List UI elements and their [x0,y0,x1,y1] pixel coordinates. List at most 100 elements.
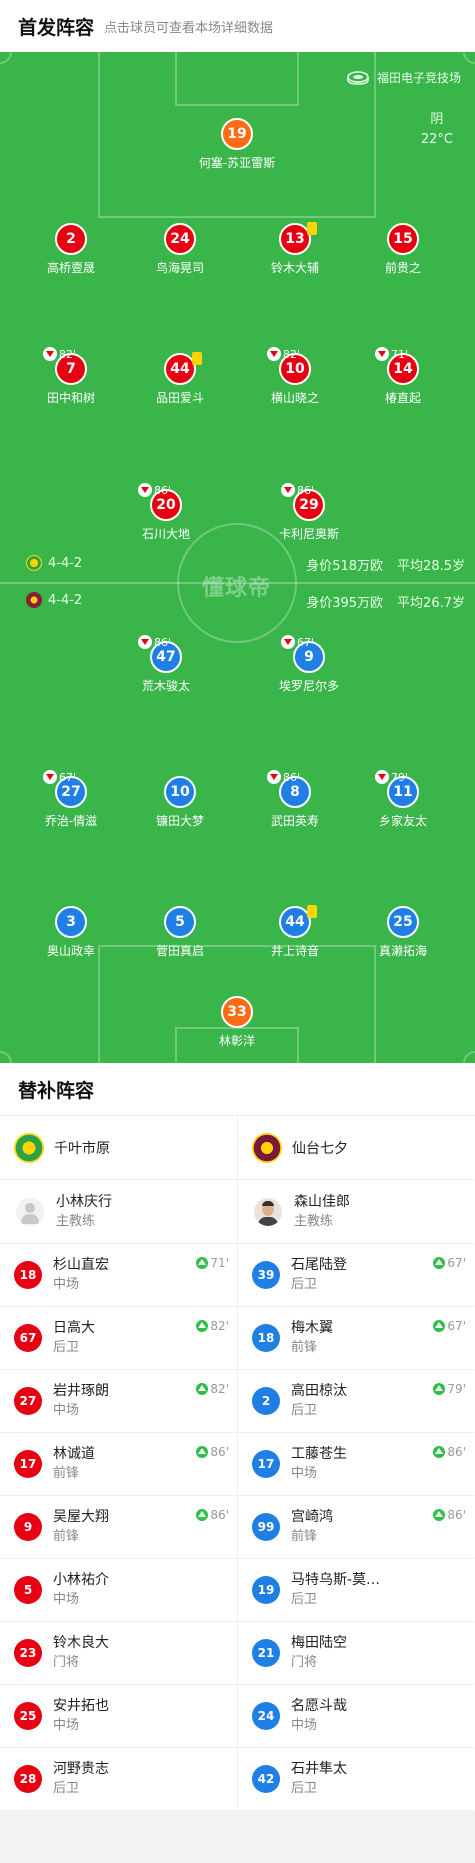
shirt-number: 19 [221,118,253,150]
home-player[interactable]: 20 86' 石川大地 [118,483,214,542]
home-bench-team[interactable]: 千叶市原 [0,1116,237,1180]
player-name: 武田英寿 [270,814,319,828]
home-player[interactable]: 19 何塞-苏亚雷斯 [189,118,285,171]
bench-player-position: 后卫 [53,1340,80,1355]
bench-player-row[interactable]: 18 梅木翼 前锋 67' [238,1307,474,1370]
bench-player-row[interactable]: 99 宫崎鸿 前锋 86' [238,1496,474,1559]
bench-player-row[interactable]: 21 梅田陆空 门将 [238,1622,474,1685]
away-coach[interactable]: 森山佳郎 主教练 [238,1180,474,1244]
shirt-number: 44 [279,905,317,938]
shirt-number: 5 [14,1576,42,1604]
home-player[interactable]: 14 71' 椿直起 [355,347,451,406]
away-coach-name: 森山佳郎 [294,1193,350,1210]
player-name: 品田爱斗 [155,391,204,405]
away-player[interactable]: 5 菅田真启 [132,906,228,959]
home-player[interactable]: 24 鸟海晃司 [132,223,228,276]
home-coach[interactable]: 小林庆行 主教练 [0,1180,237,1244]
shirt-number: 21 [252,1639,280,1667]
away-player[interactable]: 33 林彰洋 [189,996,285,1049]
bench-player-row[interactable]: 2 高田椋汰 后卫 79' [238,1370,474,1433]
yellow-card-icon [192,352,202,365]
bench-player-row[interactable]: 67 日高大 后卫 82' [0,1307,237,1370]
away-formation-text: 4-4-2 [48,592,83,608]
sub-off-minute: 86' [297,483,315,497]
bench-player-info: 铃木良大 门将 [53,1634,109,1672]
bench-player-row[interactable]: 28 河野贵志 后卫 [0,1748,237,1811]
home-player[interactable]: 10 82' 横山晓之 [247,347,343,406]
bench-player-row[interactable]: 18 杉山直宏 中场 71' [0,1244,237,1307]
bench-player-row[interactable]: 19 马特乌斯-莫… 后卫 [238,1559,474,1622]
home-player[interactable]: 13 铃木大辅 [247,222,343,276]
shirt-number: 24 [252,1702,280,1730]
sub-on-indicator: 82' [196,1382,229,1396]
bench-player-name: 铃木良大 [53,1635,109,1651]
bench-player-position: 中场 [53,1277,80,1292]
sub-on-icon [196,1446,209,1458]
bench-player-row[interactable]: 25 安井拓也 中场 [0,1685,237,1748]
bench-player-info: 小林祐介 中场 [53,1571,109,1609]
bench-player-row[interactable]: 27 岩井琢朗 中场 82' [0,1370,237,1433]
away-player[interactable]: 44 井上诗音 [247,905,343,959]
sub-off-minute: 86' [154,483,172,497]
bench-player-row[interactable]: 39 石尾陆登 后卫 67' [238,1244,474,1307]
away-bench-column: 仙台七夕 森山佳郎 主教练 39 石尾陆登 后卫 67' 18 梅木翼 前锋 67' 2 高田椋汰… [237,1116,474,1811]
shirt-number: 33 [221,996,253,1028]
sub-off-icon [138,483,152,497]
bench-player-info: 杉山直宏 中场 [53,1256,109,1294]
bench-player-info: 梅田陆空 门将 [291,1634,347,1672]
bench-player-row[interactable]: 23 铃木良大 门将 [0,1622,237,1685]
bench-player-name: 小林祐介 [53,1572,109,1588]
sub-off-indicator: 82' [267,347,300,361]
away-player[interactable]: 25 真濑拓海 [355,906,451,959]
bench-player-name: 安井拓也 [53,1698,109,1714]
bench-player-info: 宫崎鸿 前锋 [291,1508,333,1546]
sub-on-indicator: 86' [433,1508,466,1522]
sub-on-indicator: 79' [433,1382,466,1396]
venue-name: 福田电子竞技场 [376,71,461,85]
home-player[interactable]: 7 82' 田中和树 [23,347,119,406]
shirt-number: 25 [387,906,419,938]
away-team-badge-icon [26,592,42,608]
away-player[interactable]: 10 镰田大梦 [132,776,228,829]
away-value-text: 身价395万欧 [306,596,384,611]
bench-player-info: 梅木翼 前锋 [291,1319,333,1357]
away-player[interactable]: 11 79' 乡家友太 [355,770,451,829]
away-player[interactable]: 47 86' 荒木骏太 [118,635,214,694]
away-player[interactable]: 8 86' 武田英寿 [247,770,343,829]
weather-temperature: 22°C [420,132,453,147]
bench-player-position: 中场 [53,1592,80,1607]
sub-off-indicator: 71' [375,347,408,361]
sub-on-indicator: 67' [433,1256,466,1270]
bench-player-info: 石井隼太 后卫 [291,1760,347,1798]
bench-player-row[interactable]: 5 小林祐介中场 [0,1559,237,1622]
shirt-number: 99 [252,1513,280,1541]
shirt-number: 2 [55,223,87,255]
home-player[interactable]: 29 86' 卡利尼奥斯 [261,483,357,542]
bench-player-info: 安井拓也 中场 [53,1697,109,1735]
lineup-subtitle: 点击球员可查看本场详细数据 [104,20,274,36]
player-name: 鸟海晃司 [155,261,204,275]
bench-player-row[interactable]: 24 名愿斗哉 中场 [238,1685,474,1748]
home-player[interactable]: 44 品田爱斗 [132,352,228,406]
sub-off-icon [281,635,295,649]
away-bench-team[interactable]: 仙台七夕 [238,1116,474,1180]
home-player[interactable]: 15 前贵之 [355,223,451,276]
sub-off-minute: 82' [59,347,77,361]
sub-off-indicator: 67' [43,770,76,784]
sub-on-icon [433,1509,446,1521]
bench-player-row[interactable]: 9 吴屋大翔 前锋 86' [0,1496,237,1559]
sub-on-indicator: 86' [196,1508,229,1522]
bench-player-row[interactable]: 17 林诚道 前锋 86' [0,1433,237,1496]
bench-player-row[interactable]: 17 工藤苍生 中场 86' [238,1433,474,1496]
bench-player-name: 梅木翼 [291,1320,333,1336]
corner-arc-br [463,1051,475,1063]
away-player[interactable]: 27 67' 乔治-倩滋 [23,770,119,829]
home-bench-column: 千叶市原 小林庆行 主教练 18 杉山直宏 中场 71' 67 日高大 后卫 82' 27 岩井琢… [0,1116,237,1811]
home-player[interactable]: 2 高桥壹晟 [23,223,119,276]
home-team-name: 千叶市原 [54,1140,110,1157]
bench-player-row[interactable]: 42 石井隼太 后卫 [238,1748,474,1811]
away-player[interactable]: 3 奥山政幸 [23,906,119,959]
sub-off-indicator: 79' [375,770,408,784]
away-player[interactable]: 9 67' 埃罗尼尔多 [261,635,357,694]
home-value-text: 身价518万欧 [306,559,384,574]
